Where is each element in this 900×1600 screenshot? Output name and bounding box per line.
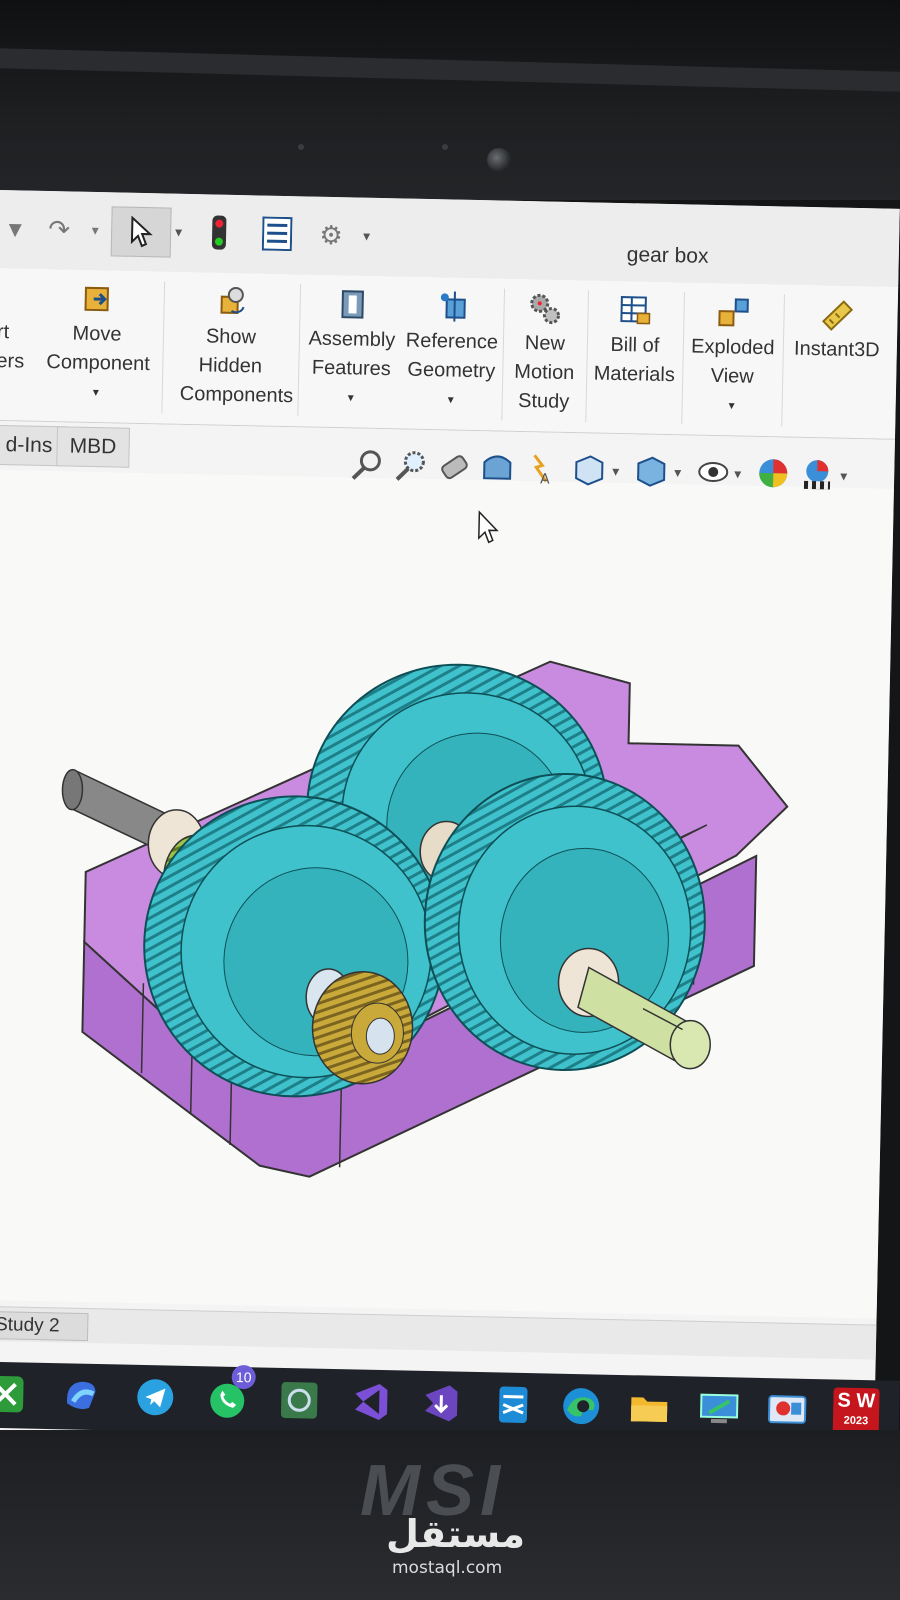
gold-pinion [311,971,414,1085]
move-component-dropdown-icon[interactable]: ▾ [35,377,156,409]
ribbon-separator [781,294,785,427]
whatsapp-notification-badge: 10 [231,1364,256,1390]
reference-geometry-dropdown-icon[interactable]: ▾ [401,384,500,415]
move-component-label: Move Component [46,322,151,376]
assembly-features-label: Assembly Features [308,327,396,381]
move-component-icon [84,286,109,312]
ribbon-separator [681,292,686,425]
show-hidden-components-button[interactable]: Show Hidden Components [165,272,296,427]
select-tool-button[interactable] [110,206,172,258]
apply-scene-icon[interactable] [800,457,835,492]
ribbon-separator [501,288,506,421]
exploded-view-button[interactable]: Exploded View ▾ [685,282,780,436]
solidworks-year: 2023 [843,1414,869,1428]
edit-appearance-icon[interactable] [756,456,791,491]
solidworks-logo-text: S W [837,1389,876,1413]
exploded-view-label: Exploded View [690,335,775,388]
view-orientation-icon[interactable] [572,452,607,487]
watermark-arabic: مستقل [386,1512,525,1556]
tab-mbd[interactable]: MBD [56,426,130,468]
previous-view-icon[interactable] [438,449,473,484]
edge-browser-icon[interactable] [559,1384,604,1429]
gearbox-3d-model [61,660,789,1178]
visual-studio-installer-icon[interactable] [419,1381,464,1426]
telegram-icon[interactable] [133,1375,178,1420]
watermark-latin: mostaql.com [392,1558,503,1578]
command-manager-ribbon: rt ers Move Component ▾ Show Hidden Comp… [0,267,899,440]
copilot-icon[interactable] [59,1373,104,1418]
display-style-dropdown-icon[interactable]: ▾ [674,464,681,481]
exploded-view-icon [718,298,749,327]
redo-icon[interactable]: ↷ [39,205,80,254]
motion-study-gears-icon [530,293,560,325]
assembly-features-dropdown-icon[interactable]: ▾ [301,382,400,413]
screenshot-tool-icon[interactable] [765,1388,810,1433]
ribbon-separator [585,290,590,423]
bill-of-materials-icon [620,296,651,325]
select-dropdown-icon[interactable]: ▾ [175,224,182,241]
ribbon-separator [161,281,166,414]
exploded-view-dropdown-icon[interactable]: ▾ [685,390,778,421]
file-explorer-icon[interactable] [627,1385,672,1430]
file-properties-icon[interactable] [259,209,296,258]
new-motion-study-button[interactable]: New Motion Study [505,279,584,433]
partial-label-2: ers [0,349,25,373]
visual-studio-icon[interactable] [349,1379,394,1424]
new-motion-study-label: New Motion Study [514,332,575,413]
tab-motion-study-2[interactable]: n Study 2 [0,1310,89,1342]
options-gear-icon[interactable]: ⚙ [311,211,352,260]
chatgpt-icon[interactable] [277,1378,322,1423]
screen: ▾ ↷ ▾ ▾ ⚙ ▾ gear box rt ers Move Compone… [0,190,900,1459]
instant3d-icon [822,300,854,331]
move-component-button[interactable]: Move Component ▾ [35,269,158,423]
microphone [298,144,304,150]
redo-dropdown-icon[interactable]: ▾ [85,206,106,254]
mouse-cursor-icon [478,510,499,544]
assembly-features-icon [341,290,364,319]
svg-text:A: A [540,471,550,485]
graphics-area[interactable]: A ▾ ▾ ▾ ▾ [0,450,894,1319]
scene-dropdown-icon[interactable]: ▾ [840,468,847,485]
partial-ribbon-button[interactable]: rt ers [0,268,28,421]
bill-of-materials-label: Bill of Materials [593,333,676,387]
partial-label-1: rt [0,320,10,344]
undo-dropdown-icon[interactable]: ▾ [5,204,26,252]
hide-show-dropdown-icon[interactable]: ▾ [734,465,741,482]
laptop-bezel-top [0,0,900,200]
document-title: gear box [626,243,709,268]
dynamic-annotation-icon[interactable]: A [524,451,559,486]
section-view-icon[interactable] [480,450,515,485]
show-hidden-icon [220,286,245,315]
sensor [442,144,448,150]
pointer-icon [130,215,153,248]
azure-data-studio-icon[interactable] [491,1382,536,1427]
instant3d-label: Instant3D [793,337,880,362]
reference-geometry-label: Reference Geometry [405,329,499,383]
xbox-app-icon[interactable] [0,1372,30,1417]
ribbon-separator [297,284,302,417]
rebuild-traffic-light-icon[interactable] [204,208,235,257]
hide-show-items-icon[interactable] [696,455,731,490]
assembly-features-button[interactable]: Assembly Features ▾ [301,274,402,428]
instant3d-button[interactable]: Instant3D [785,285,888,439]
zoom-to-fit-icon[interactable] [350,447,385,482]
zoom-to-area-icon[interactable] [394,448,429,483]
reference-geometry-icon [440,291,466,322]
show-hidden-label: Show Hidden Components [179,325,294,408]
remote-desktop-icon[interactable] [697,1387,742,1432]
reference-geometry-button[interactable]: Reference Geometry ▾ [401,276,502,430]
heads-up-view-toolbar: A ▾ ▾ ▾ ▾ [350,447,895,506]
view-orientation-dropdown-icon[interactable]: ▾ [612,463,619,480]
bill-of-materials-button[interactable]: Bill of Materials [589,280,680,434]
options-dropdown-icon[interactable]: ▾ [363,228,370,245]
webcam [487,148,511,172]
display-style-icon[interactable] [634,453,669,488]
